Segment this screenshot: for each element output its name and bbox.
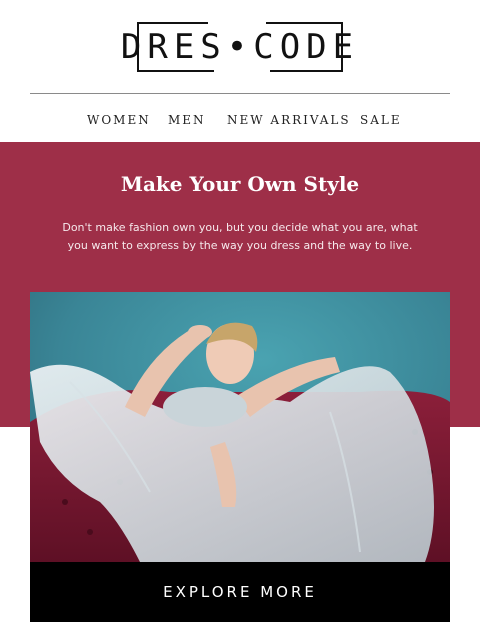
logo-border-gap: [214, 69, 270, 74]
hero-description: Don't make fashion own you, but you deci…: [62, 221, 418, 252]
nav-item-men[interactable]: MEN: [168, 110, 206, 130]
logo[interactable]: DRES•CODE: [121, 22, 353, 72]
explore-more-label: EXPLORE MORE: [163, 583, 317, 601]
model-photo-illustration: [30, 292, 450, 562]
explore-more-button[interactable]: EXPLORE MORE: [30, 562, 450, 622]
hero-title: Make Your Own Style: [120, 172, 360, 196]
logo-border-gap: [208, 20, 266, 25]
hero-image: [30, 292, 450, 562]
nav-item-sale[interactable]: SALE: [360, 110, 402, 130]
header-divider: [30, 93, 450, 94]
main-nav: WOMEN MEN NEW ARRIVALS SALE: [0, 110, 480, 130]
logo-text: DRES•CODE: [120, 27, 360, 67]
nav-item-new-arrivals[interactable]: NEW ARRIVALS: [227, 110, 351, 130]
nav-item-women[interactable]: WOMEN: [87, 110, 151, 130]
